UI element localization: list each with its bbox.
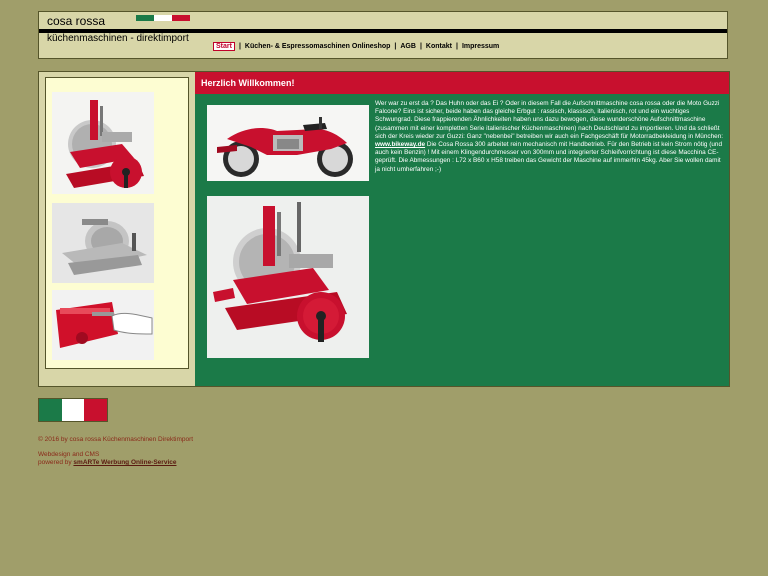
intro-text-part-1: Wer war zu erst da ? Das Huhn oder das E… bbox=[375, 100, 724, 140]
powered-by-text: powered by bbox=[38, 459, 72, 466]
site-header: cosa rossa küchenmaschinen - direktimpor… bbox=[38, 11, 728, 59]
nav-separator: | bbox=[238, 43, 241, 50]
italian-flag-icon-large bbox=[38, 398, 108, 422]
product-thumbnail-red-detail[interactable] bbox=[52, 290, 154, 360]
main-navigation: Start | Küchen- & Espressomaschinen Onli… bbox=[213, 42, 499, 51]
nav-item-kontakt[interactable]: Kontakt bbox=[426, 43, 452, 50]
agency-link[interactable]: smARTe Werbung Online-Service bbox=[73, 459, 176, 466]
nav-item-start[interactable]: Start bbox=[213, 42, 235, 51]
nav-item-agb[interactable]: AGB bbox=[400, 43, 416, 50]
copyright-text: © 2016 by cosa rossa Küchenmaschinen Dir… bbox=[38, 436, 194, 443]
nav-separator: | bbox=[455, 43, 458, 50]
nav-item-onlineshop[interactable]: Küchen- & Espressomaschinen Onlineshop bbox=[245, 43, 390, 50]
main-container: Herzlich Willkommen! Wer war zu erst da … bbox=[38, 71, 730, 387]
intro-text: Wer war zu erst da ? Das Huhn oder das E… bbox=[375, 100, 725, 174]
brand-subtitle: küchenmaschinen - direktimport bbox=[47, 33, 189, 44]
motorcycle-image bbox=[207, 105, 369, 181]
product-thumbnail-grey-slicer[interactable] bbox=[52, 203, 154, 283]
product-thumbnail-panel bbox=[45, 77, 189, 369]
footer-credits: Webdesign and CMS powered by smARTe Werb… bbox=[38, 451, 176, 467]
slicer-product-image bbox=[207, 196, 369, 358]
intro-text-part-2: Die Cosa Rossa 300 arbeitet rein mechani… bbox=[375, 141, 723, 173]
nav-separator: | bbox=[419, 43, 422, 50]
content-area: Herzlich Willkommen! Wer war zu erst da … bbox=[195, 72, 729, 386]
product-thumbnail-red-slicer[interactable] bbox=[52, 92, 154, 194]
italian-flag-icon bbox=[136, 15, 190, 21]
nav-separator: | bbox=[394, 43, 397, 50]
brand-title[interactable]: cosa rossa bbox=[47, 14, 105, 28]
nav-item-impressum[interactable]: Impressum bbox=[462, 43, 499, 50]
page-heading: Herzlich Willkommen! bbox=[195, 72, 729, 94]
webdesign-text: Webdesign and CMS bbox=[38, 451, 100, 458]
bikeway-link[interactable]: www.bikeway.de bbox=[375, 141, 425, 148]
